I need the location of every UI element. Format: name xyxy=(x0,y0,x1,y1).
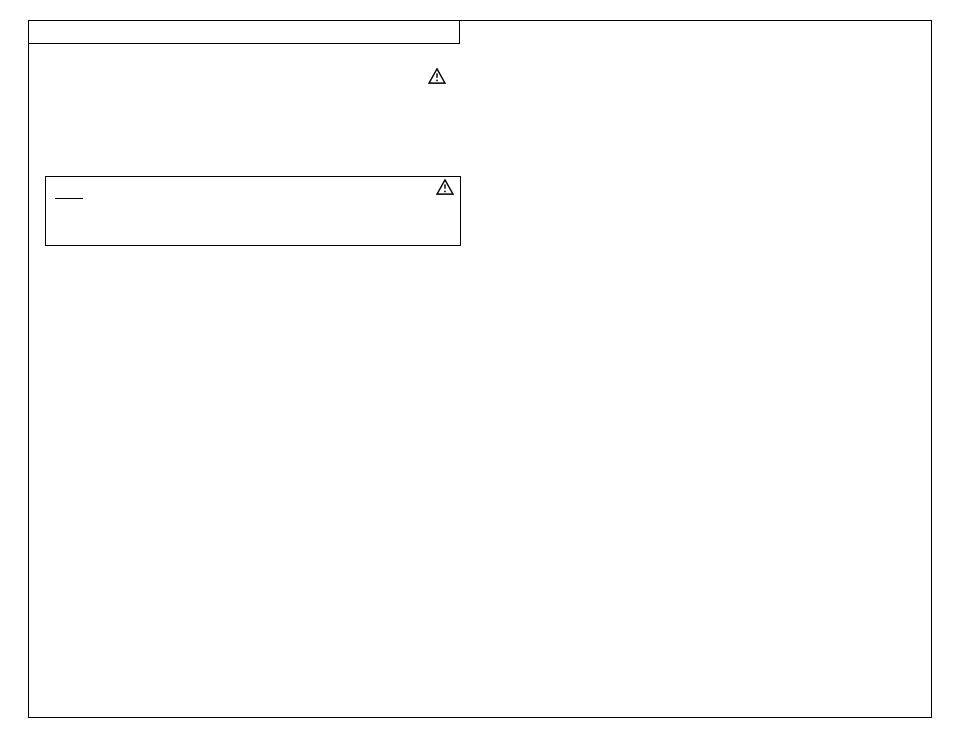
warning-icon xyxy=(428,68,446,84)
title-bar xyxy=(28,20,460,44)
note-box xyxy=(45,176,461,246)
note-underline xyxy=(55,198,83,199)
page-frame xyxy=(28,20,932,718)
warning-icon xyxy=(436,179,454,195)
document-page xyxy=(0,0,954,738)
